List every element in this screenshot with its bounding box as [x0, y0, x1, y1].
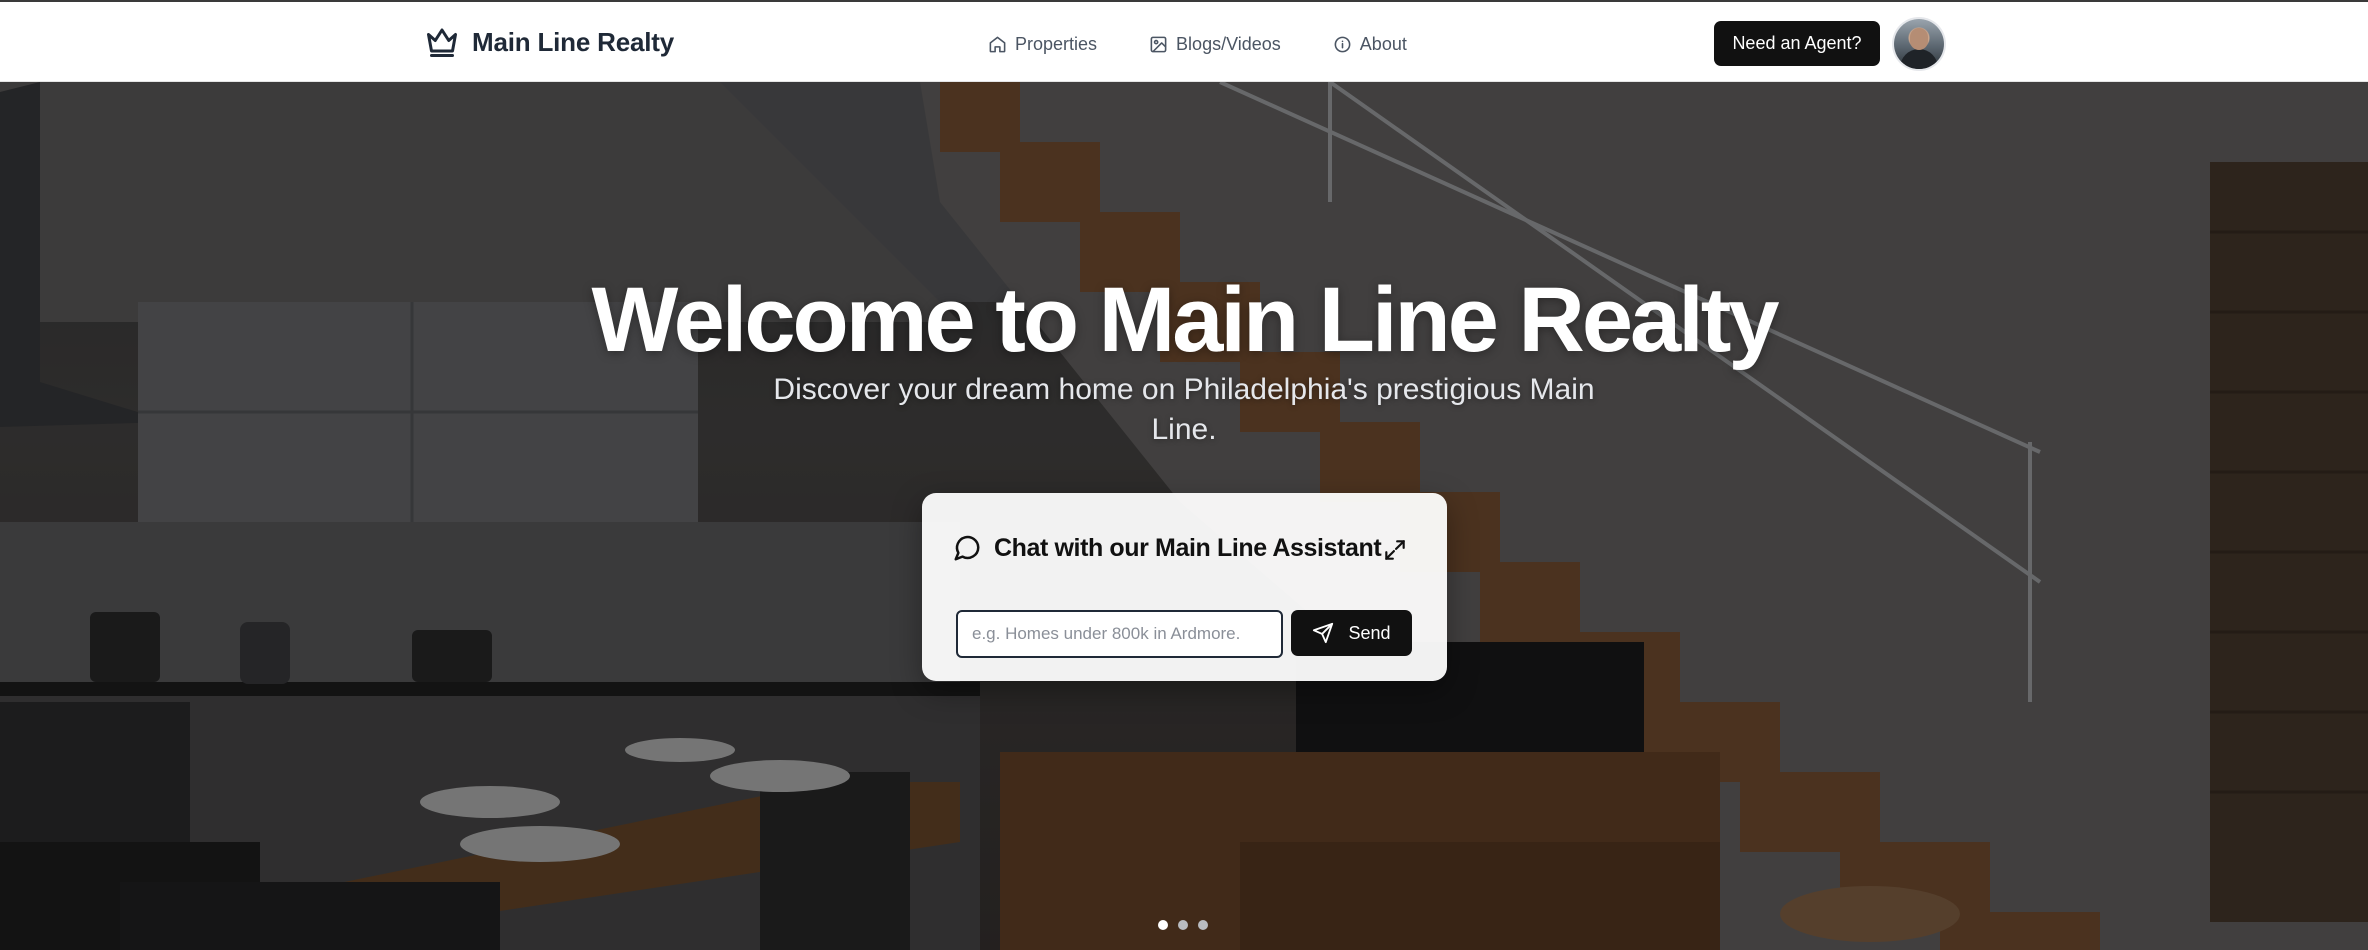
user-avatar[interactable]	[1894, 19, 1944, 69]
chat-bubble-icon	[954, 535, 980, 561]
nav-item-properties[interactable]: Properties	[988, 34, 1097, 55]
carousel-dot-1[interactable]	[1158, 920, 1168, 930]
carousel-dot-3[interactable]	[1198, 920, 1208, 930]
send-button[interactable]: Send	[1291, 610, 1412, 656]
send-button-label: Send	[1348, 622, 1391, 643]
chat-header: Chat with our Main Line Assistant	[952, 533, 1382, 563]
brand-logo-link[interactable]: Main Line Realty	[424, 22, 674, 62]
send-icon	[1313, 622, 1334, 644]
chat-input[interactable]	[956, 610, 1283, 658]
nav-item-label: Properties	[1015, 33, 1098, 54]
nav-item-label: Blogs/Videos	[1176, 33, 1281, 54]
carousel-dots	[1158, 920, 1208, 930]
hero-title: Welcome to Main Line Realty	[591, 269, 1779, 371]
info-icon	[1334, 36, 1351, 52]
expand-icon[interactable]	[1382, 537, 1408, 563]
nav-item-about[interactable]: About	[1333, 34, 1407, 55]
nav-item-blogs-videos[interactable]: Blogs/Videos	[1149, 34, 1281, 55]
chat-title: Chat with our Main Line Assistant	[994, 533, 1382, 562]
site-header: Main Line Realty Properties Blogs/Videos…	[0, 0, 2368, 82]
hero-subtitle: Discover your dream home on Philadelphia…	[773, 373, 1595, 446]
brand-name: Main Line Realty	[472, 26, 674, 57]
home-icon	[989, 36, 1006, 52]
carousel-dot-2[interactable]	[1178, 920, 1188, 930]
main-nav: Properties Blogs/Videos About	[988, 30, 1407, 58]
chat-assistant-card: Chat with our Main Line Assistant Send	[922, 493, 1447, 681]
need-agent-button[interactable]: Need an Agent?	[1714, 21, 1880, 66]
avatar-head	[1910, 28, 1928, 50]
avatar-shoulders	[1900, 49, 1938, 69]
hero-section: Welcome to Main Line Realty Discover you…	[0, 82, 2368, 950]
image-icon	[1150, 36, 1167, 52]
crown-icon	[427, 28, 457, 57]
nav-item-label: About	[1359, 33, 1407, 54]
